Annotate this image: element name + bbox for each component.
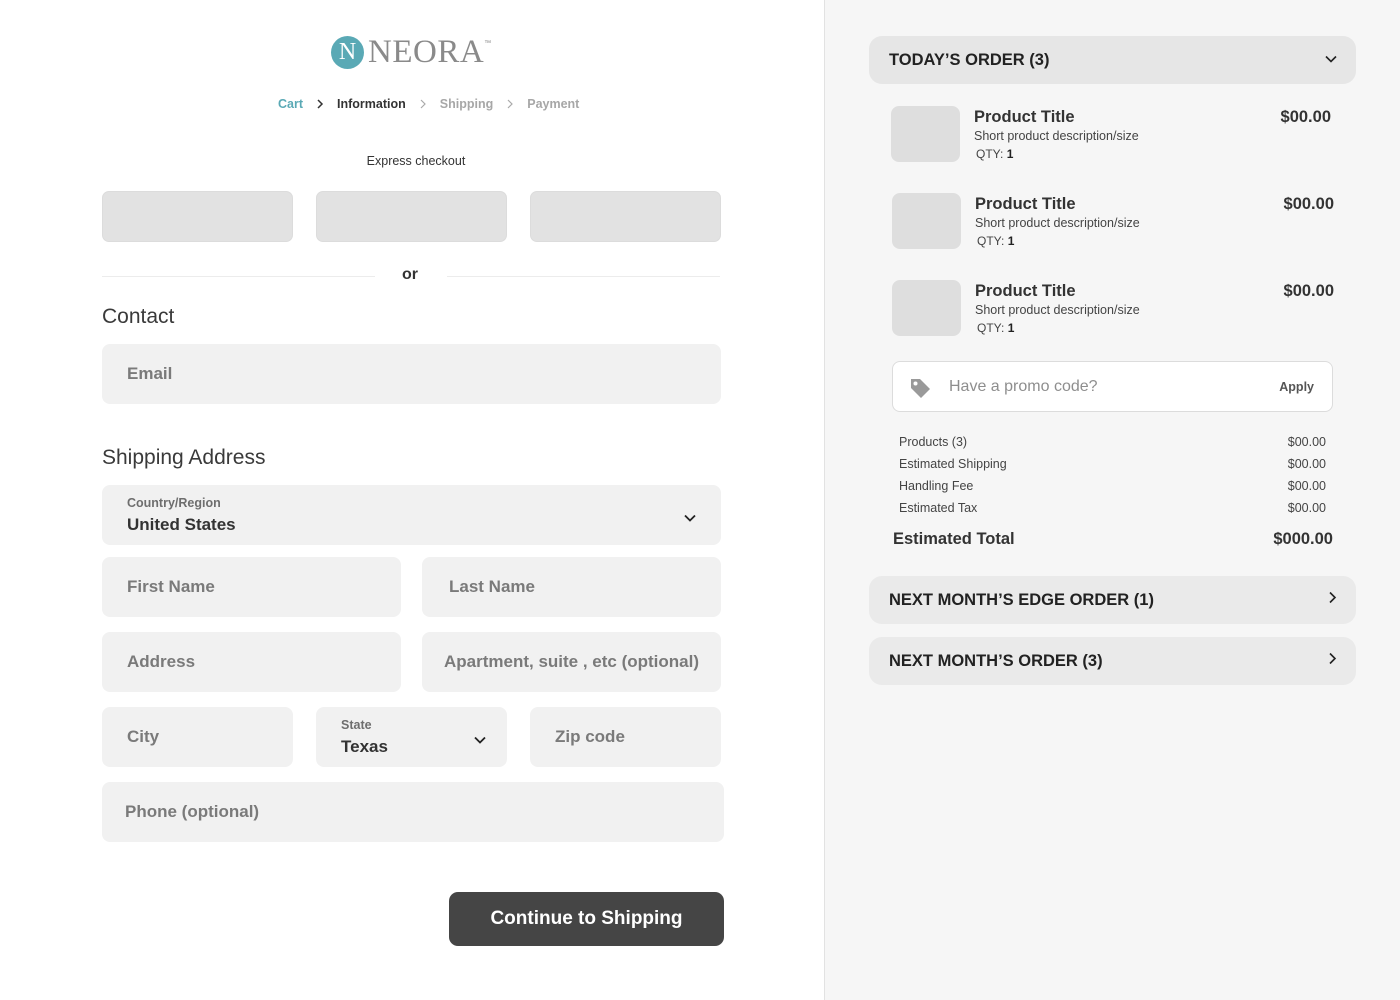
email-placeholder: Email: [127, 364, 173, 383]
next-month-order-header[interactable]: NEXT MONTH’S ORDER (3): [869, 637, 1356, 685]
chevron-right-icon: [417, 98, 429, 110]
summary-row-products: Products (3) $00.00: [899, 435, 1326, 449]
apartment-placeholder: Apartment, suite , etc (optional): [444, 652, 700, 671]
product-price: $00.00: [1283, 195, 1334, 213]
apartment-field[interactable]: Apartment, suite , etc (optional): [422, 632, 721, 692]
product-item: Product Title Short product description/…: [892, 280, 1334, 340]
or-divider-text: or: [402, 266, 418, 283]
next-month-order-title: NEXT MONTH’S ORDER (3): [889, 651, 1103, 670]
chevron-down-icon: [473, 733, 487, 751]
address-field[interactable]: Address: [102, 632, 401, 692]
zip-field[interactable]: Zip code: [530, 707, 721, 767]
chevron-right-icon: [1328, 591, 1338, 610]
breadcrumb-cart[interactable]: Cart: [278, 97, 303, 111]
trademark: ™: [484, 40, 492, 47]
product-price: $00.00: [1280, 108, 1331, 126]
summary-amount: $00.00: [1287, 457, 1326, 471]
breadcrumb: Cart Information Shipping Payment: [278, 97, 579, 111]
country-select[interactable]: Country/Region United States: [102, 485, 721, 545]
chevron-down-icon: [683, 511, 697, 529]
tag-icon: [909, 377, 933, 404]
apply-promo-button[interactable]: Apply: [1279, 380, 1314, 394]
summary-label: Estimated Shipping: [899, 457, 1007, 471]
breadcrumb-payment: Payment: [527, 97, 580, 111]
chevron-right-icon: [1328, 652, 1338, 671]
summary-label: Products (3): [899, 435, 968, 449]
divider-left: [102, 276, 375, 277]
product-item: Product Title Short product description/…: [891, 106, 1333, 166]
logo-wordmark: NEORA: [368, 33, 485, 70]
address-placeholder: Address: [127, 652, 196, 671]
neora-logo: N NEORA ™: [331, 34, 491, 70]
phone-placeholder: Phone (optional): [125, 802, 260, 821]
express-pay-button-1[interactable]: [102, 191, 293, 242]
shipping-address-title: Shipping Address: [102, 446, 266, 469]
first-name-placeholder: First Name: [127, 577, 215, 596]
last-name-field[interactable]: Last Name: [422, 557, 721, 617]
product-qty: QTY: 1: [977, 234, 1015, 248]
product-description: Short product description/size: [975, 303, 1140, 317]
last-name-placeholder: Last Name: [449, 577, 535, 596]
todays-order-title: TODAY’S ORDER (3): [889, 50, 1050, 69]
product-title: Product Title: [974, 108, 1075, 126]
todays-order-header[interactable]: TODAY’S ORDER (3): [869, 36, 1356, 84]
summary-row-tax: Estimated Tax $00.00: [899, 501, 1326, 515]
edge-order-title: NEXT MONTH’S EDGE ORDER (1): [889, 590, 1154, 609]
summary-row-handling: Handling Fee $00.00: [899, 479, 1326, 493]
promo-code-field[interactable]: Have a promo code? Apply: [892, 361, 1333, 412]
product-thumbnail: [892, 280, 961, 336]
zip-placeholder: Zip code: [555, 727, 625, 746]
divider-right: [447, 276, 720, 277]
state-select[interactable]: State Texas: [316, 707, 507, 767]
product-thumbnail: [892, 193, 961, 249]
estimated-total-amount: $000.00: [1273, 530, 1333, 548]
checkout-form-panel: N NEORA ™ Cart Information Shipping Paym…: [0, 0, 824, 1000]
product-qty: QTY: 1: [977, 321, 1015, 335]
continue-to-shipping-button[interactable]: Continue to Shipping: [449, 892, 724, 946]
state-value: Texas: [341, 737, 388, 756]
contact-title: Contact: [102, 305, 175, 328]
express-pay-button-3[interactable]: [530, 191, 721, 242]
phone-field[interactable]: Phone (optional): [102, 782, 724, 842]
estimated-total-row: Estimated Total $000.00: [893, 530, 1333, 549]
product-item: Product Title Short product description/…: [892, 193, 1334, 253]
summary-label: Estimated Tax: [899, 501, 978, 515]
next-month-edge-order-header[interactable]: NEXT MONTH’S EDGE ORDER (1): [869, 576, 1356, 624]
product-description: Short product description/size: [975, 216, 1140, 230]
summary-label: Handling Fee: [899, 479, 974, 493]
product-description: Short product description/size: [974, 129, 1139, 143]
email-field[interactable]: Email: [102, 344, 721, 404]
product-thumbnail: [891, 106, 960, 162]
product-price: $00.00: [1283, 282, 1334, 300]
express-pay-button-2[interactable]: [316, 191, 507, 242]
product-title: Product Title: [975, 282, 1076, 300]
state-label: State: [341, 718, 372, 732]
breadcrumb-information: Information: [337, 97, 406, 111]
promo-code-placeholder: Have a promo code?: [949, 378, 1098, 395]
express-checkout-label: Express checkout: [366, 154, 466, 168]
breadcrumb-shipping: Shipping: [439, 97, 494, 111]
chevron-down-icon: [1324, 51, 1338, 70]
country-value: United States: [127, 515, 236, 534]
summary-amount: $00.00: [1287, 479, 1326, 493]
city-placeholder: City: [127, 727, 160, 746]
product-qty: QTY: 1: [976, 147, 1014, 161]
chevron-right-icon: [314, 98, 326, 110]
chevron-right-icon: [504, 98, 516, 110]
city-field[interactable]: City: [102, 707, 293, 767]
summary-amount: $00.00: [1287, 501, 1326, 515]
estimated-total-label: Estimated Total: [893, 530, 1015, 548]
summary-amount: $00.00: [1287, 435, 1326, 449]
order-summary-panel: TODAY’S ORDER (3) Product Title Short pr…: [824, 0, 1400, 1000]
country-label: Country/Region: [127, 496, 221, 510]
summary-row-shipping: Estimated Shipping $00.00: [899, 457, 1326, 471]
product-title: Product Title: [975, 195, 1076, 213]
logo-mark: N: [331, 35, 364, 69]
first-name-field[interactable]: First Name: [102, 557, 401, 617]
